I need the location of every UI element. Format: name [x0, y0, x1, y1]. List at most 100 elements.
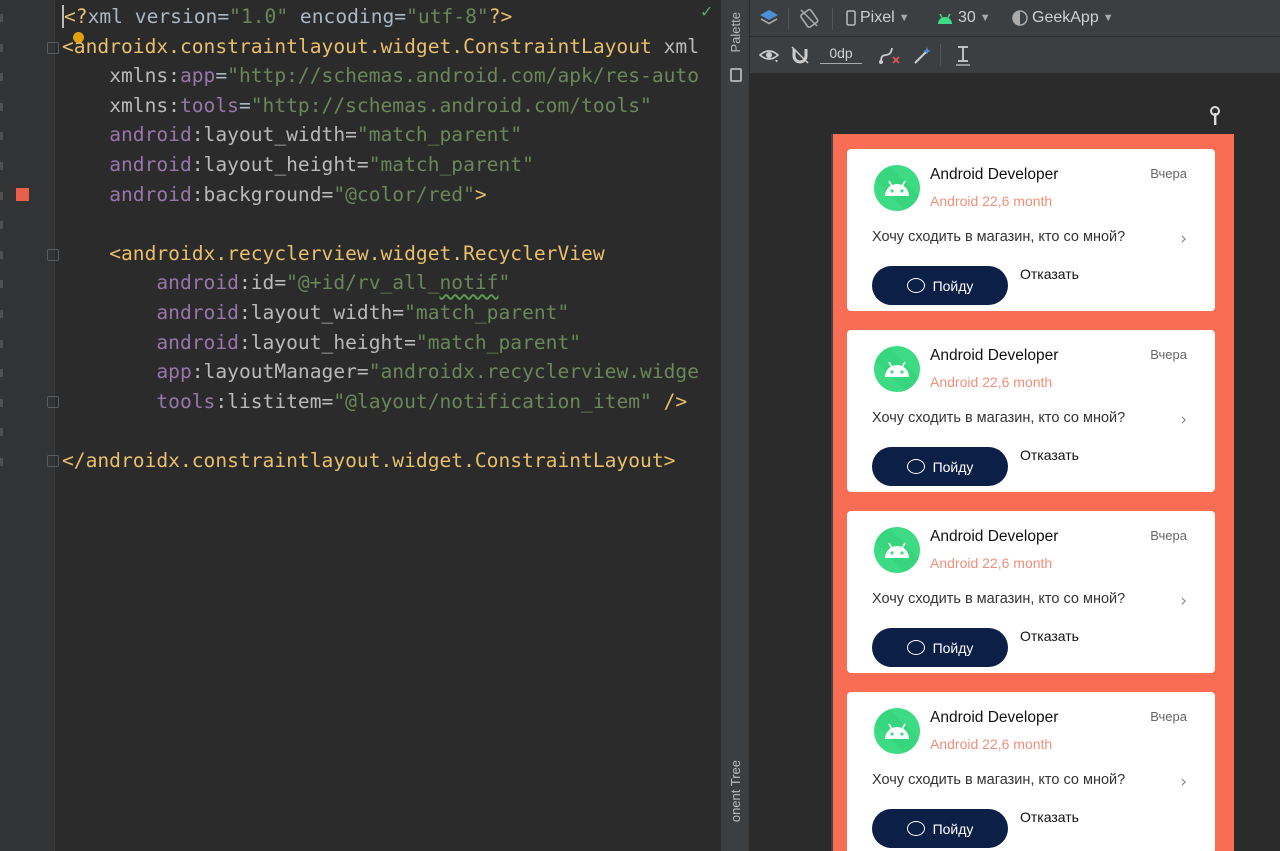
code-token: "http://schemas.android.com/apk/res-auto	[227, 64, 700, 88]
accept-button[interactable]: Пойду	[872, 447, 1008, 486]
code-line[interactable]: android:layout_height="match_parent"	[62, 150, 699, 180]
component-tree-tab[interactable]: onent Tree	[728, 760, 743, 822]
chevron-right-icon[interactable]: ›	[1180, 591, 1187, 611]
gutter-tick	[0, 428, 3, 436]
code-line[interactable]: xmlns:tools="http://schemas.android.com/…	[62, 91, 699, 121]
code-line[interactable]: android:layout_width="match_parent"	[62, 120, 699, 150]
code-line[interactable]: <androidx.constraintlayout.widget.Constr…	[62, 32, 699, 62]
fold-marker[interactable]	[47, 249, 59, 261]
code-token: android	[109, 123, 192, 147]
palette-tab[interactable]: Palette	[728, 12, 743, 52]
editor-gutter[interactable]	[0, 0, 59, 851]
notification-card[interactable]: Android Developer Android 22,6 month Вче…	[847, 330, 1215, 492]
code-line[interactable]: <androidx.recyclerview.widget.RecyclerVi…	[62, 239, 699, 269]
accept-button[interactable]: Пойду	[872, 266, 1008, 305]
card-title: Android Developer	[930, 528, 1059, 545]
gutter-tick	[0, 399, 3, 407]
decline-button[interactable]: Отказать	[1020, 447, 1079, 486]
accept-button[interactable]: Пойду	[872, 809, 1008, 848]
clear-constraints-icon[interactable]	[878, 45, 902, 65]
code-token: :id=	[238, 271, 287, 295]
palette-icon[interactable]	[730, 68, 742, 82]
inspection-ok-icon[interactable]: ✓	[700, 2, 713, 21]
card-message: Хочу сходить в магазин, кто со мной?	[872, 591, 1126, 607]
decline-button[interactable]: Отказать	[1020, 266, 1079, 305]
code-line[interactable]: tools:listitem="@layout/notification_ite…	[62, 387, 699, 417]
code-line[interactable]: android:id="@+id/rv_all_notif"	[62, 268, 699, 298]
code-token: tools	[156, 389, 216, 413]
code-token: "@layout/notification_item"	[333, 389, 652, 413]
gutter-tick	[0, 14, 3, 22]
code-line[interactable]: android:background="@color/red">	[62, 180, 699, 210]
gutter-tick	[0, 192, 3, 200]
code-line[interactable]: app:layoutManager="androidx.recyclerview…	[62, 357, 699, 387]
chevron-right-icon[interactable]: ›	[1180, 229, 1187, 249]
tool-window-strip: Palette onent Tree	[720, 0, 750, 851]
layout-preview[interactable]: Android Developer Android 22,6 month Вче…	[831, 134, 1234, 851]
accept-label: Пойду	[932, 277, 974, 294]
chevron-right-icon[interactable]: ›	[1180, 772, 1187, 792]
default-margin-field[interactable]: 0dp	[820, 44, 862, 64]
xml-code[interactable]: <?xml version="1.0" encoding="utf-8"?> <a…	[62, 2, 699, 476]
theme-selector[interactable]: GeekApp ▼	[1012, 9, 1114, 27]
chevron-right-icon[interactable]: ›	[1180, 410, 1187, 430]
code-line[interactable]: </androidx.constraintlayout.widget.Const…	[62, 446, 699, 476]
fold-marker[interactable]	[47, 396, 59, 408]
infer-constraints-icon[interactable]	[912, 45, 934, 65]
notification-card[interactable]: Android Developer Android 22,6 month Вче…	[847, 511, 1215, 673]
accept-button[interactable]: Пойду	[872, 628, 1008, 667]
accept-label: Пойду	[932, 820, 974, 837]
fold-marker[interactable]	[47, 455, 59, 467]
code-token: tools	[179, 93, 239, 117]
eye-icon[interactable]	[758, 45, 780, 65]
code-line[interactable]: android:layout_height="match_parent"	[62, 328, 699, 358]
theme-icon	[1012, 10, 1028, 26]
code-token: android	[156, 300, 239, 324]
device-selector[interactable]: Pixel ▼	[846, 9, 910, 27]
code-token: xmlns:	[109, 64, 180, 88]
wrench-icon[interactable]	[1208, 106, 1222, 126]
code-line[interactable]	[62, 416, 699, 446]
device-label: Pixel	[860, 9, 895, 26]
code-line[interactable]: xmlns:app="http://schemas.android.com/ap…	[62, 61, 699, 91]
code-token: :layoutManager=	[191, 360, 369, 384]
android-avatar-icon	[874, 165, 920, 211]
color-swatch-icon[interactable]	[16, 188, 29, 201]
code-line[interactable]: <?xml version="1.0" encoding="utf-8"?>	[62, 2, 699, 32]
card-date: Вчера	[1150, 347, 1187, 362]
decline-button[interactable]: Отказать	[1020, 809, 1079, 848]
chevron-down-icon: ▼	[979, 12, 991, 24]
code-editor[interactable]: ✓ <?xml version="1.0" encoding="utf-8"?>…	[0, 0, 720, 851]
chat-bubble-icon	[906, 459, 925, 474]
code-token: >	[474, 182, 487, 206]
accept-label: Пойду	[932, 458, 974, 475]
gutter-tick	[0, 280, 3, 288]
code-token: "http://schemas.android.com/tools"	[250, 93, 652, 117]
fold-marker[interactable]	[47, 42, 59, 54]
decline-button[interactable]: Отказать	[1020, 628, 1079, 667]
code-line[interactable]	[62, 209, 699, 239]
code-token: :layout_width=	[238, 300, 405, 324]
code-token: "androidx.recyclerview.widge	[368, 360, 700, 384]
chat-bubble-icon	[906, 278, 925, 293]
notification-card[interactable]: Android Developer Android 22,6 month Вче…	[847, 692, 1215, 851]
notification-card[interactable]: Android Developer Android 22,6 month Вче…	[847, 149, 1215, 311]
code-token: <androidx.recyclerview.widget.RecyclerVi…	[109, 241, 605, 265]
magnet-off-icon[interactable]	[790, 45, 810, 65]
code-line[interactable]: android:layout_width="match_parent"	[62, 298, 699, 328]
layers-icon[interactable]	[758, 7, 780, 29]
card-subtitle: Android 22,6 month	[930, 736, 1053, 752]
gutter-tick	[0, 458, 3, 466]
chevron-down-icon: ▼	[898, 12, 910, 24]
card-title: Android Developer	[930, 166, 1059, 183]
android-avatar-icon	[874, 527, 920, 573]
code-token: :listitem=	[215, 389, 334, 413]
orientation-icon[interactable]	[798, 7, 820, 29]
guidelines-icon[interactable]	[954, 44, 972, 66]
api-selector[interactable]: 30 ▼	[936, 9, 991, 27]
